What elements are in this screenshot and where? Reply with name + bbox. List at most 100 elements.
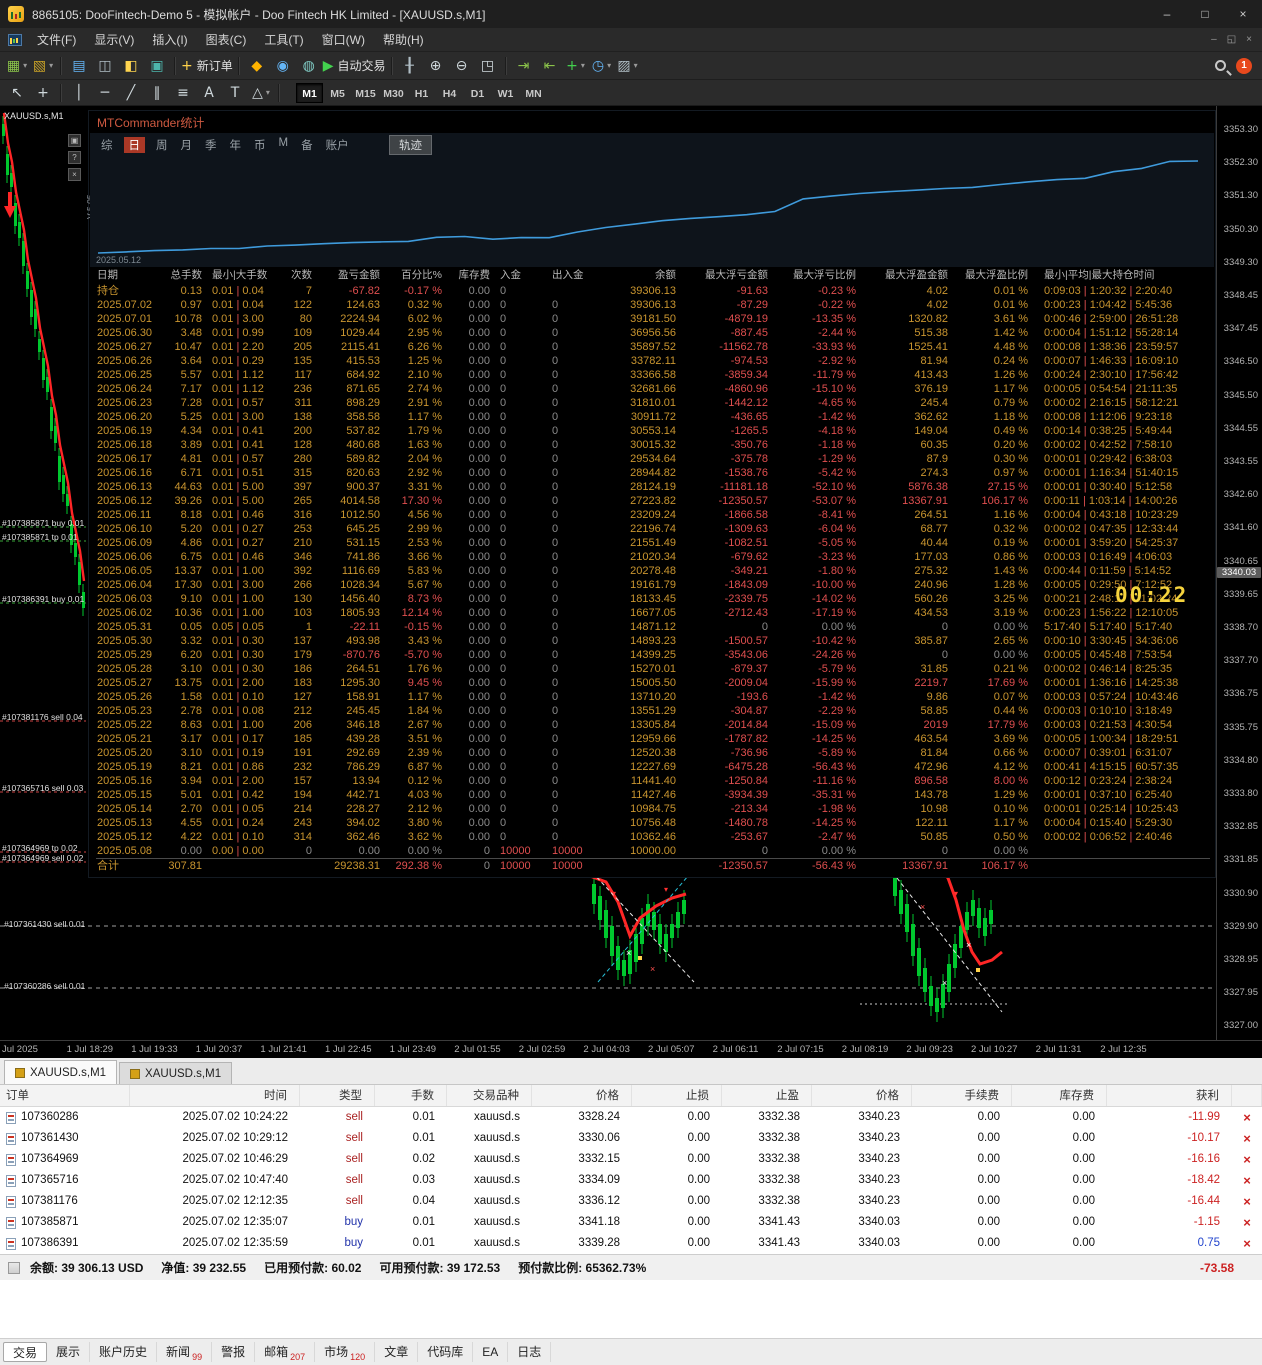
orders-header-col[interactable]: 手续费 — [912, 1085, 1012, 1106]
orders-header-col[interactable]: 交易品种 — [447, 1085, 532, 1106]
close-order-button[interactable]: × — [1243, 1194, 1251, 1209]
indicators-icon[interactable]: + ▾ — [564, 55, 588, 77]
time-scale[interactable]: Jul 2025 1 Jul 18:29 1 Jul 19:33 1 Jul 20:3… — [0, 1040, 1262, 1058]
stats-header[interactable]: 库存费 — [452, 269, 500, 282]
auto-scroll-icon[interactable]: ⇥ — [512, 55, 536, 77]
stats-header[interactable]: 次数 — [286, 269, 322, 282]
close-order-button[interactable]: × — [1243, 1215, 1251, 1230]
order-row[interactable]: 107381176 2025.07.02 12:12:35 sell 0.04 xauu… — [0, 1191, 1262, 1212]
timeframe-h1[interactable]: H1 — [408, 83, 435, 103]
menu-insert[interactable]: 插入(I) — [143, 28, 196, 51]
child-minimize-icon[interactable]: – — [1211, 34, 1217, 45]
zoom-in-icon[interactable]: ⊕ — [424, 55, 448, 77]
stats-header[interactable]: 百分比% — [390, 269, 452, 282]
stats-tab-周[interactable]: 周 — [154, 137, 170, 153]
timeframe-m15[interactable]: M15 — [352, 83, 379, 103]
orders-header-col[interactable]: 手数 — [375, 1085, 447, 1106]
trendline-icon[interactable]: ╱ — [119, 82, 143, 104]
stats-header[interactable]: 最小|大手数 — [212, 269, 286, 282]
close-order-button[interactable]: × — [1243, 1236, 1251, 1251]
orders-header-col[interactable]: 订单 — [0, 1085, 130, 1106]
arrows-icon[interactable]: T — [223, 82, 247, 104]
new-order-button[interactable]: + 新订单 — [181, 55, 233, 77]
close-button[interactable]: × — [1224, 0, 1262, 28]
stats-header[interactable]: 最大浮盈金额 — [866, 269, 958, 282]
menu-help[interactable]: 帮助(H) — [374, 28, 433, 51]
tab-market[interactable]: 市场 120 — [315, 1342, 376, 1362]
stats-tab-币[interactable]: 币 — [252, 137, 268, 153]
stats-header[interactable]: 出入金 — [552, 269, 610, 282]
stats-header[interactable]: 盈亏金额 — [322, 269, 390, 282]
timeframe-m30[interactable]: M30 — [380, 83, 407, 103]
stats-header[interactable]: 最大浮亏比例 — [778, 269, 866, 282]
order-row[interactable]: 107365716 2025.07.02 10:47:40 sell 0.03 xauu… — [0, 1170, 1262, 1191]
tab-mailbox[interactable]: 邮箱 207 — [255, 1342, 316, 1362]
tab-journal[interactable]: 日志 — [508, 1342, 552, 1362]
price-scale[interactable]: 3353.30 3352.30 3351.30 3350.30 3349.30 3348.… — [1216, 106, 1262, 1040]
zoom-out-icon[interactable]: ⊖ — [450, 55, 474, 77]
track-button[interactable]: 轨迹 — [389, 135, 432, 155]
strategy-tester-icon[interactable]: ◉ — [271, 55, 295, 77]
orders-header-col[interactable]: 库存费 — [1012, 1085, 1107, 1106]
data-window-icon[interactable]: ◫ — [93, 55, 117, 77]
stats-tab-季[interactable]: 季 — [203, 137, 219, 153]
periods-icon[interactable]: ◷ ▾ — [590, 55, 614, 77]
channel-icon[interactable]: ∥ — [145, 82, 169, 104]
cursor-icon[interactable]: ↖ — [5, 82, 29, 104]
toolbox-icon[interactable]: ▣ — [145, 55, 169, 77]
order-row[interactable]: 107364969 2025.07.02 10:46:29 sell 0.02 xauu… — [0, 1149, 1262, 1170]
stats-header[interactable]: 余额 — [610, 269, 686, 282]
notification-badge[interactable]: 1 — [1236, 57, 1252, 74]
stats-tab-M[interactable]: M — [277, 137, 291, 153]
menu-charts[interactable]: 图表(C) — [197, 28, 256, 51]
tab-news[interactable]: 新闻 99 — [157, 1342, 213, 1362]
chart-tab[interactable]: XAUUSD.s,M1 — [4, 1060, 118, 1084]
timeframe-w1[interactable]: W1 — [492, 83, 519, 103]
close-order-button[interactable]: × — [1243, 1152, 1251, 1167]
order-row[interactable]: 107360286 2025.07.02 10:24:22 sell 0.01 xauu… — [0, 1107, 1262, 1128]
vline-icon[interactable]: │ — [67, 82, 91, 104]
tab-account-history[interactable]: 账户历史 — [90, 1342, 158, 1362]
hline-icon[interactable]: ─ — [93, 82, 117, 104]
chart-tab[interactable]: XAUUSD.s,M1 — [119, 1062, 233, 1084]
orders-header-col[interactable]: 类型 — [300, 1085, 375, 1106]
stats-header[interactable]: 最大浮盈比例 — [958, 269, 1038, 282]
market-watch-icon[interactable]: ▤ — [67, 55, 91, 77]
maximize-button[interactable]: □ — [1186, 0, 1224, 28]
stats-header[interactable]: 最小|平均|最大持仓时间 — [1038, 269, 1210, 282]
order-row[interactable]: 107385871 2025.07.02 12:35:07 buy 0.01 xauus… — [0, 1212, 1262, 1233]
search-icon[interactable] — [1215, 60, 1226, 71]
order-row[interactable]: 107386391 2025.07.02 12:35:59 buy 0.01 xauus… — [0, 1233, 1262, 1254]
stats-header[interactable]: 总手数 — [166, 269, 212, 282]
stats-tab-综[interactable]: 综 — [99, 137, 115, 153]
tab-trade[interactable]: 交易 — [3, 1342, 48, 1362]
close-order-button[interactable]: × — [1243, 1173, 1251, 1188]
close-order-button[interactable]: × — [1243, 1131, 1251, 1146]
tab-exposure[interactable]: 展示 — [47, 1342, 91, 1362]
tab-articles[interactable]: 文章 — [375, 1342, 419, 1362]
tab-code-base[interactable]: 代码库 — [418, 1342, 474, 1362]
shapes-icon[interactable]: △ ▾ — [249, 82, 273, 104]
stats-tab-年[interactable]: 年 — [228, 137, 244, 153]
menu-tools[interactable]: 工具(T) — [255, 28, 312, 51]
timeframe-m1[interactable]: M1 — [296, 82, 323, 103]
text-icon[interactable]: A — [197, 82, 221, 104]
timeframe-h4[interactable]: H4 — [436, 83, 463, 103]
minimize-button[interactable]: – — [1148, 0, 1186, 28]
stats-tab-备[interactable]: 备 — [299, 137, 315, 153]
chart-shift-icon[interactable]: ⇤ — [538, 55, 562, 77]
autotrading-button[interactable]: ▶ 自动交易 — [323, 55, 386, 77]
orders-header-col[interactable]: 价格 — [532, 1085, 632, 1106]
webterminal-icon[interactable]: ◍ — [297, 55, 321, 77]
menu-view[interactable]: 显示(V) — [85, 28, 143, 51]
orders-header-col[interactable]: 价格 — [812, 1085, 912, 1106]
timeframe-mn[interactable]: MN — [520, 83, 547, 103]
tab-alerts[interactable]: 警报 — [212, 1342, 256, 1362]
new-chart-icon[interactable]: ▦ ▾ — [5, 55, 29, 77]
navigator-icon[interactable]: ◧ — [119, 55, 143, 77]
close-order-button[interactable]: × — [1243, 1110, 1251, 1125]
fibonacci-icon[interactable]: ≡ — [171, 82, 195, 104]
tile-windows-icon[interactable]: ◳ — [476, 55, 500, 77]
stats-tab-日[interactable]: 日 — [123, 137, 145, 153]
orders-header-col[interactable]: 时间 — [130, 1085, 300, 1106]
